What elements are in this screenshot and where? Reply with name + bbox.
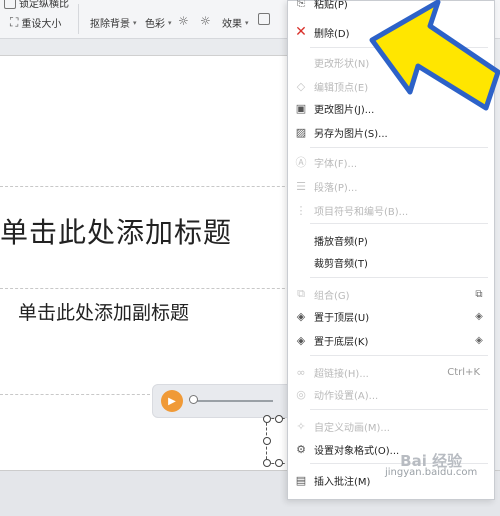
menu-item-play-audio[interactable]: 播放音频(P): [288, 229, 494, 251]
reset-size-button[interactable]: ⛶ 重设大小: [10, 15, 61, 30]
font-icon: Ⓐ: [295, 156, 307, 169]
paragraph-icon: ☰: [296, 179, 306, 193]
menu-item-label: 字体(F)...: [314, 158, 358, 170]
shortcut-text: Ctrl+K: [447, 366, 480, 378]
menu-item-label: 动作设置(A)...: [314, 390, 379, 402]
chevron-down-icon: ▾: [245, 18, 249, 27]
menu-item-label: 置于顶层(U): [314, 312, 370, 324]
toolbar-divider: [78, 4, 79, 34]
color-button[interactable]: 色彩 ▾: [145, 15, 172, 31]
animation-icon: ✧: [296, 419, 306, 433]
resize-handle[interactable]: [263, 415, 271, 423]
menu-item-trim-audio[interactable]: 裁剪音频(T): [288, 251, 494, 273]
contrast-icon: ☼: [200, 14, 211, 28]
menu-separator: [310, 147, 488, 148]
menu-item-label: 删除(D): [314, 28, 350, 40]
menu-item-label: 组合(G): [314, 290, 350, 302]
audio-progress-knob[interactable]: [189, 395, 198, 404]
menu-item-action-settings[interactable]: ◎ 动作设置(A)...: [288, 383, 494, 405]
picture-tool-button[interactable]: [258, 13, 270, 25]
menu-item-hyperlink[interactable]: ∞ 超链接(H)... Ctrl+K: [288, 361, 494, 383]
send-to-back-icon: ◈: [296, 333, 306, 347]
remove-background-label: 抠除背景: [90, 19, 130, 30]
edit-points-icon: ◇: [296, 79, 306, 93]
menu-separator: [310, 223, 488, 224]
audio-progress-track[interactable]: [193, 400, 273, 402]
watermark: Bai 经验 jingyan.baidu.com: [385, 452, 478, 479]
menu-item-label: 置于底层(K): [314, 336, 369, 348]
resize-handle[interactable]: [275, 459, 283, 467]
x-icon: ✕: [295, 24, 307, 40]
menu-separator: [310, 355, 488, 356]
slide-canvas[interactable]: 单击此处添加标题 单击此处添加副标题 ▶: [0, 55, 304, 471]
bring-to-front-submenu-icon[interactable]: ◈: [472, 309, 486, 323]
submenu-icon: ⧉: [475, 288, 483, 300]
reset-size-icon: ⛶: [10, 15, 19, 29]
lock-ratio-label: 锁定纵横比: [19, 0, 69, 10]
watermark-brand: Bai 经验: [400, 452, 463, 470]
lock-ratio-option[interactable]: 锁定纵横比: [4, 0, 69, 10]
watermark-url: jingyan.baidu.com: [385, 467, 478, 478]
menu-item-label: 自定义动画(M)...: [314, 422, 390, 434]
link-icon: ∞: [296, 365, 306, 379]
reset-size-label: 重设大小: [21, 19, 62, 30]
paste-icon: ⎘: [296, 0, 306, 9]
menu-separator: [310, 277, 488, 278]
send-to-back-submenu-icon[interactable]: ◈: [472, 333, 486, 347]
menu-item-label: 裁剪音频(T): [314, 258, 368, 270]
subtitle-placeholder-border: [0, 288, 300, 289]
bullets-icon: ⋮: [295, 203, 307, 217]
chevron-down-icon: ▾: [168, 18, 172, 27]
menu-item-label: 段落(P)...: [314, 182, 358, 194]
menu-item-custom-animation[interactable]: ✧ 自定义动画(M)...: [288, 415, 494, 437]
menu-item-send-to-back[interactable]: ◈ 置于底层(K) ◈: [288, 329, 494, 351]
subtitle-placeholder-border: [0, 394, 150, 395]
change-image-icon: ▣: [295, 101, 307, 115]
comment-icon: ▤: [295, 473, 307, 487]
menu-separator: [310, 409, 488, 410]
menu-item-label: 插入批注(M): [314, 476, 371, 488]
audio-player[interactable]: ▶: [152, 384, 304, 418]
picture-icon: [258, 13, 270, 25]
color-label: 色彩: [145, 19, 165, 30]
menu-item-paragraph[interactable]: ☰ 段落(P)...: [288, 175, 494, 197]
resize-handle[interactable]: [263, 459, 271, 467]
format-object-icon: ⚙: [296, 442, 306, 456]
menu-item-bring-to-front[interactable]: ◈ 置于顶层(U) ◈: [288, 305, 494, 327]
group-icon: ⧉: [297, 287, 305, 300]
slide-subtitle-placeholder[interactable]: 单击此处添加副标题: [18, 298, 189, 325]
effects-label: 效果: [222, 19, 242, 30]
save-image-icon: ▨: [295, 125, 307, 139]
checkbox-icon[interactable]: [4, 0, 16, 9]
menu-item-label: 粘贴(P): [314, 0, 348, 11]
slide-title-placeholder[interactable]: 单击此处添加标题: [0, 211, 232, 251]
action-icon: ◎: [296, 387, 306, 401]
annotation-arrow-icon: [369, 0, 500, 111]
menu-item-label: 超链接(H)...: [314, 368, 369, 380]
menu-item-label: 播放音频(P): [314, 236, 368, 248]
effects-button[interactable]: 效果 ▾: [222, 15, 249, 31]
remove-background-button[interactable]: 抠除背景 ▾: [90, 15, 137, 31]
contrast-button[interactable]: ☼: [200, 14, 211, 28]
chevron-down-icon: ▾: [133, 18, 137, 27]
menu-item-label: 项目符号和编号(B)...: [314, 206, 409, 218]
play-icon[interactable]: ▶: [161, 390, 183, 412]
menu-item-group[interactable]: ⧉ 组合(G) ⧉: [288, 283, 494, 305]
title-placeholder-border: [0, 186, 300, 187]
menu-item-font[interactable]: Ⓐ 字体(F)...: [288, 151, 494, 173]
resize-handle[interactable]: [275, 415, 283, 423]
brightness-icon: ☼: [178, 14, 189, 28]
bring-to-front-icon: ◈: [296, 309, 306, 323]
brightness-button[interactable]: ☼: [178, 14, 189, 28]
menu-item-bullets[interactable]: ⋮ 项目符号和编号(B)...: [288, 199, 494, 221]
resize-handle[interactable]: [263, 437, 271, 445]
